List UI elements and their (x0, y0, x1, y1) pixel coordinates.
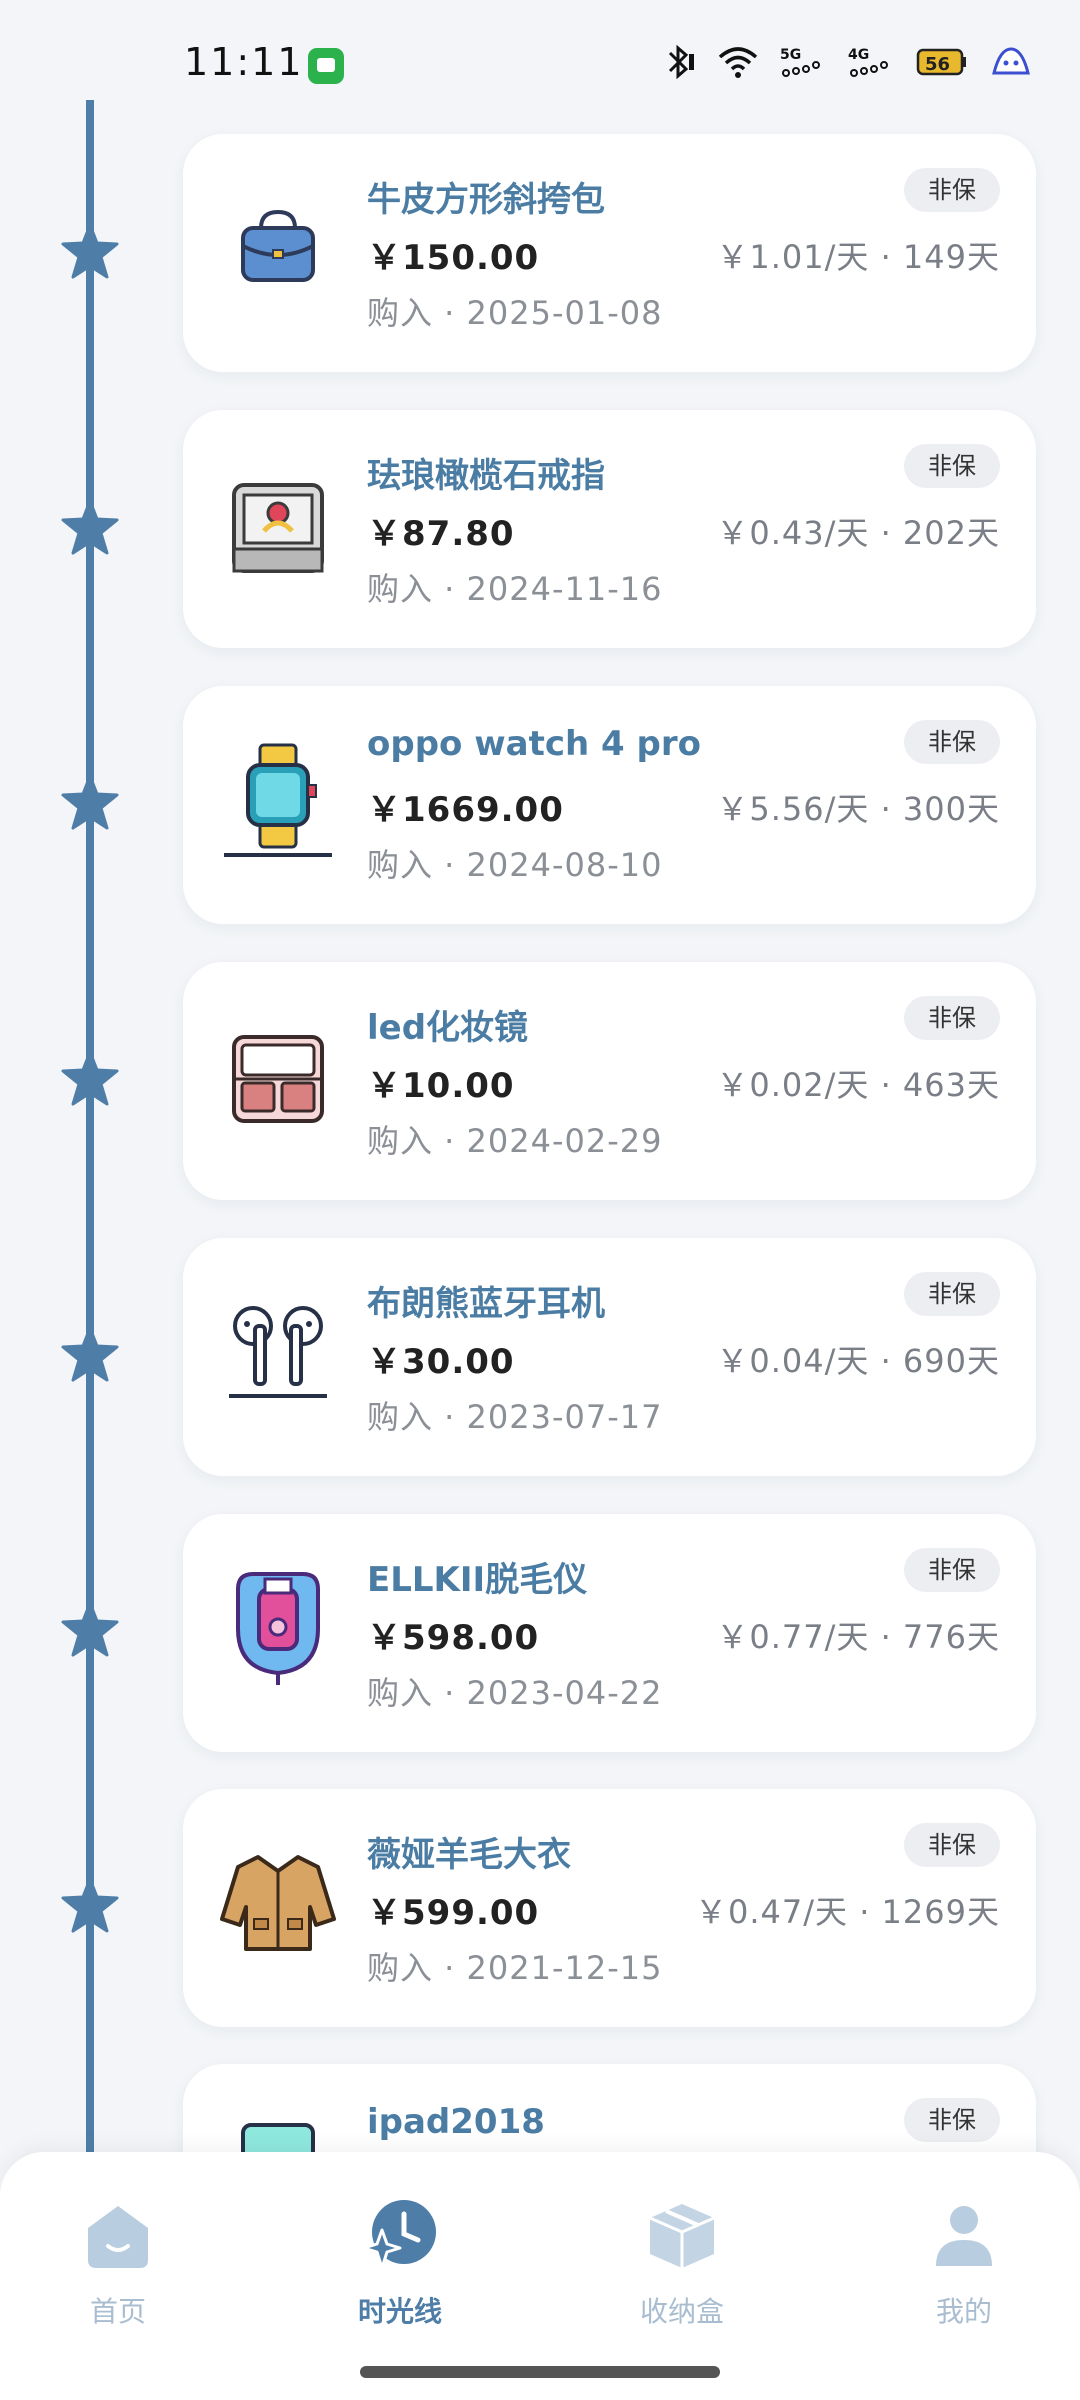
svg-text:4G: 4G (848, 47, 869, 63)
nav-timeline[interactable]: 时光线 (300, 2196, 500, 2330)
battery-level: 56 (925, 54, 950, 75)
timeline-star-icon (60, 773, 120, 833)
item-name: led化妆镜 (367, 1008, 529, 1048)
item-daily-cost: ￥0.02/天 · 463天 (716, 1066, 1000, 1104)
item-card[interactable]: ELLKII脱毛仪 非保 ￥598.00 ￥0.77/天 · 776天 购入 ·… (183, 1514, 1036, 1752)
item-daily-cost: ￥0.47/天 · 1269天 (695, 1893, 1000, 1931)
svg-text:5G: 5G (780, 47, 801, 63)
item-name: oppo watch 4 pro (367, 724, 701, 764)
wifi-icon (718, 45, 758, 83)
item-price: ￥30.00 (367, 1342, 515, 1382)
coat-icon (213, 1839, 343, 1969)
item-daily-cost: ￥5.56/天 · 300天 (716, 790, 1000, 828)
item-price: ￥599.00 (367, 1893, 540, 1933)
item-daily-cost: ￥0.04/天 · 690天 (716, 1342, 1000, 1380)
signal-4g-icon: 4G (848, 45, 894, 83)
item-price: ￥1669.00 (367, 790, 564, 830)
item-price: ￥10.00 (367, 1066, 515, 1106)
item-name: ipad2018 (367, 2102, 545, 2142)
timeline-star-icon (60, 222, 120, 282)
nav-timeline-label: 时光线 (357, 2295, 442, 2328)
item-price: ￥598.00 (367, 1618, 540, 1658)
item-card[interactable]: led化妆镜 非保 ￥10.00 ￥0.02/天 · 463天 购入 · 202… (183, 962, 1036, 1200)
item-purchase-date: 购入 · 2025-01-08 (367, 294, 663, 332)
warranty-badge: 非保 (904, 1823, 1000, 1867)
item-card[interactable]: 薇娅羊毛大衣 非保 ￥599.00 ￥0.47/天 · 1269天 购入 · 2… (183, 1789, 1036, 2027)
timeline-star-icon (60, 1600, 120, 1660)
warranty-badge: 非保 (904, 720, 1000, 764)
warranty-badge: 非保 (904, 1272, 1000, 1316)
bottom-navigation: 首页 时光线 收纳盒 我的 (0, 2152, 1080, 2400)
item-card[interactable]: 珐琅橄榄石戒指 非保 ￥87.80 ￥0.43/天 · 202天 购入 · 20… (183, 410, 1036, 648)
item-purchase-date: 购入 · 2024-11-16 (367, 570, 663, 608)
status-icons: 5G 4G 56 (662, 44, 1032, 84)
earbuds-icon (213, 1288, 343, 1418)
item-card[interactable]: 牛皮方形斜挎包 非保 ￥150.00 ￥1.01/天 · 149天 购入 · 2… (183, 134, 1036, 372)
warranty-badge: 非保 (904, 1548, 1000, 1592)
nav-home-label: 首页 (89, 2295, 146, 2328)
warranty-badge: 非保 (904, 996, 1000, 1040)
ring-box-icon (213, 460, 343, 590)
bluetooth-icon (662, 44, 696, 84)
item-purchase-date: 购入 · 2024-08-10 (367, 846, 663, 884)
nav-profile[interactable]: 我的 (864, 2196, 1064, 2330)
storage-box-icon (642, 2196, 722, 2276)
watch-icon (213, 736, 343, 866)
message-icon (308, 48, 344, 84)
timeline-star-icon (60, 1325, 120, 1385)
app-icon (990, 45, 1032, 83)
item-purchase-date: 购入 · 2023-07-17 (367, 1398, 663, 1436)
item-price: ￥150.00 (367, 238, 540, 278)
signal-5g-icon: 5G (780, 45, 826, 83)
home-indicator[interactable] (360, 2366, 720, 2378)
battery-icon: 56 (916, 45, 968, 83)
epilator-icon (213, 1564, 343, 1694)
item-daily-cost: ￥0.43/天 · 202天 (716, 514, 1000, 552)
makeup-mirror-icon (213, 1012, 343, 1142)
timeline-star-icon (60, 1876, 120, 1936)
item-name: 牛皮方形斜挎包 (367, 180, 605, 220)
item-purchase-date: 购入 · 2024-02-29 (367, 1122, 663, 1160)
item-name: ELLKII脱毛仪 (367, 1560, 588, 1600)
nav-storage-label: 收纳盒 (639, 2295, 724, 2328)
timeline-line (86, 100, 94, 2160)
warranty-badge: 非保 (904, 444, 1000, 488)
timeline-sparkle-icon (360, 2196, 440, 2276)
home-icon (78, 2196, 158, 2276)
nav-storage[interactable]: 收纳盒 (582, 2196, 782, 2330)
status-time: 11:11 (184, 40, 304, 84)
profile-icon (924, 2196, 1004, 2276)
item-card[interactable]: 布朗熊蓝牙耳机 非保 ￥30.00 ￥0.04/天 · 690天 购入 · 20… (183, 1238, 1036, 1476)
status-bar: 11:11 5G 4G 56 (0, 0, 1080, 100)
app-screen: 11:11 5G 4G 56 牛皮方形斜挎包 非保 ￥150.00 ￥1.01/… (0, 0, 1080, 2400)
item-card[interactable]: oppo watch 4 pro 非保 ￥1669.00 ￥5.56/天 · 3… (183, 686, 1036, 924)
item-purchase-date: 购入 · 2023-04-22 (367, 1674, 663, 1712)
bag-icon (213, 184, 343, 314)
item-name: 珐琅橄榄石戒指 (367, 456, 605, 496)
warranty-badge: 非保 (904, 168, 1000, 212)
nav-profile-label: 我的 (935, 2295, 992, 2328)
item-name: 布朗熊蓝牙耳机 (367, 1284, 605, 1324)
nav-home[interactable]: 首页 (18, 2196, 218, 2330)
item-name: 薇娅羊毛大衣 (367, 1835, 571, 1875)
warranty-badge: 非保 (904, 2098, 1000, 2142)
timeline-star-icon (60, 1049, 120, 1109)
timeline-star-icon (60, 498, 120, 558)
item-price: ￥87.80 (367, 514, 515, 554)
item-daily-cost: ￥0.77/天 · 776天 (716, 1618, 1000, 1656)
item-purchase-date: 购入 · 2021-12-15 (367, 1949, 663, 1987)
item-daily-cost: ￥1.01/天 · 149天 (716, 238, 1000, 276)
